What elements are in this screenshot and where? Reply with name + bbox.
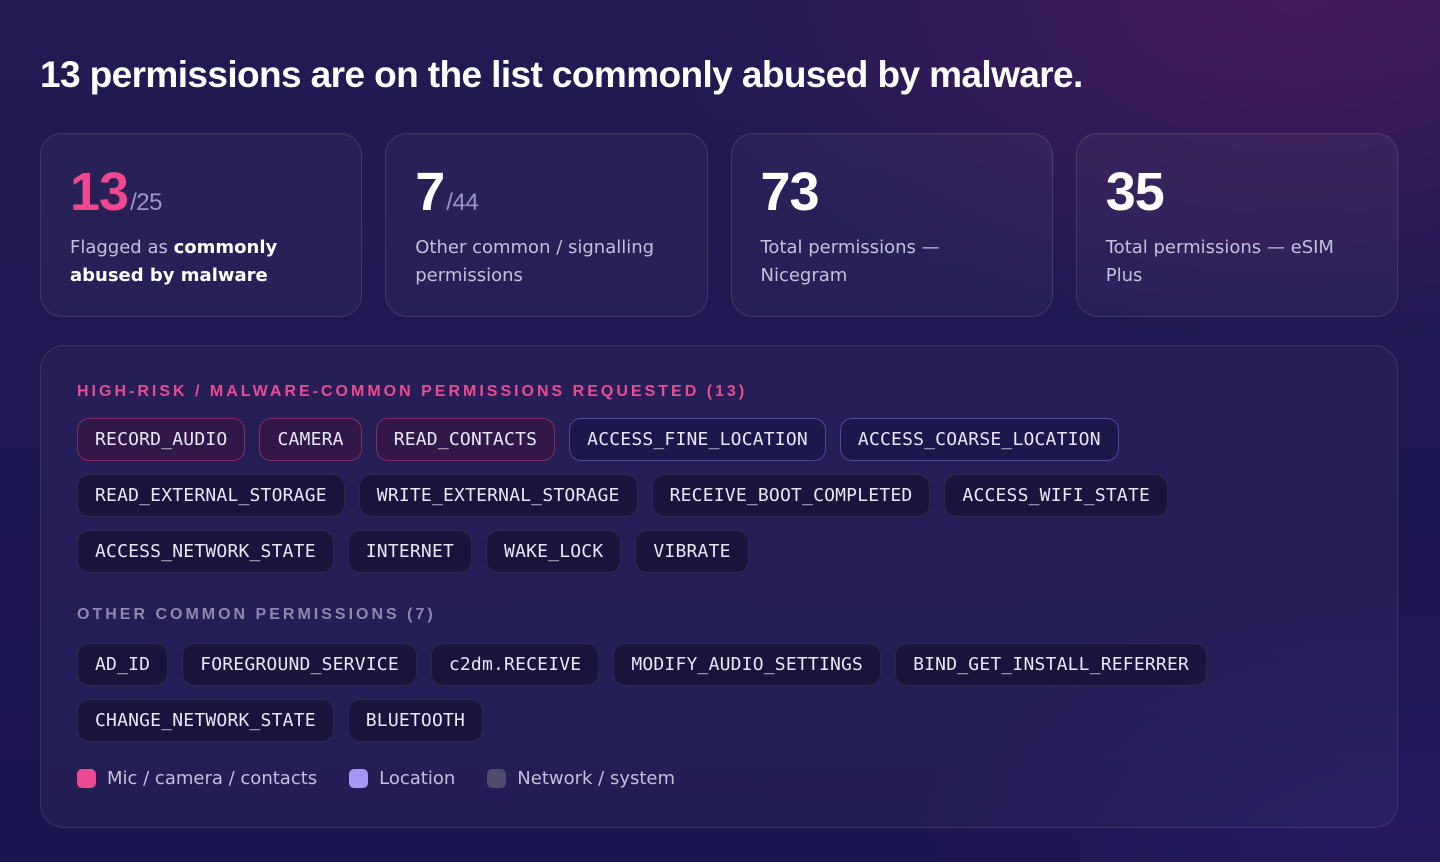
other-section-title: OTHER COMMON PERMISSIONS (7) — [77, 606, 436, 623]
legend-label: Location — [379, 768, 456, 789]
legend-label: Mic / camera / contacts — [107, 768, 318, 789]
stat-label: Flagged as commonly abused by malware — [70, 234, 310, 290]
stats-row: 13 /25 Flagged as commonly abused by mal… — [40, 133, 1398, 317]
legend: Mic / camera / contacts Location Network /… — [77, 768, 675, 789]
permission-chip: VIBRATE — [635, 530, 749, 573]
legend-item: Location — [349, 768, 455, 789]
permission-chip: AD_ID — [77, 643, 169, 686]
permission-chip: BLUETOOTH — [347, 699, 484, 742]
stat-number: 35 — [1105, 162, 1165, 222]
legend-label: Network / system — [517, 768, 676, 789]
stat-value: 13 /25 — [70, 162, 361, 222]
permission-chip: ACCESS_WIFI_STATE — [944, 474, 1169, 517]
stat-denominator: /44 — [446, 189, 479, 216]
stat-card-other-common: 7 /44 Other common / signalling permissi… — [385, 133, 708, 317]
permission-chip: CHANGE_NETWORK_STATE — [77, 699, 334, 742]
legend-swatch — [349, 769, 369, 788]
permission-chip: BIND_GET_INSTALL_REFERRER — [895, 643, 1208, 686]
stat-label: Other common / signalling permissions — [415, 237, 655, 286]
stat-label-prefix: Flagged as — [70, 237, 174, 258]
permission-chip: WRITE_EXTERNAL_STORAGE — [358, 474, 638, 517]
legend-item: Network / system — [487, 768, 675, 789]
other-chip-row: AD_ID FOREGROUND_SERVICE c2dm.RECEIVE MODIF… — [77, 643, 1208, 686]
page-headline: 13 permissions are on the list commonly … — [40, 54, 1083, 95]
permission-chip: RECEIVE_BOOT_COMPLETED — [651, 474, 931, 517]
stat-value: 7 /44 — [415, 162, 706, 222]
permission-chip: ACCESS_FINE_LOCATION — [569, 418, 826, 461]
permissions-panel: HIGH-RISK / MALWARE-COMMON PERMISSIONS R… — [40, 345, 1398, 828]
other-chip-row: CHANGE_NETWORK_STATE BLUETOOTH — [77, 699, 484, 742]
permission-chip: FOREGROUND_SERVICE — [182, 643, 417, 686]
permission-chip: ACCESS_COARSE_LOCATION — [839, 418, 1119, 461]
legend-swatch — [77, 769, 96, 788]
stat-number: 73 — [760, 162, 820, 222]
permission-chip: CAMERA — [259, 418, 362, 461]
stat-denominator: /25 — [130, 189, 162, 216]
high-risk-section-title: HIGH-RISK / MALWARE-COMMON PERMISSIONS R… — [77, 383, 748, 400]
stat-label: Total permissions — Nicegram — [760, 237, 940, 286]
stat-card-flagged: 13 /25 Flagged as commonly abused by mal… — [40, 133, 363, 317]
stat-value: 73 — [761, 162, 1052, 222]
permission-chip: READ_EXTERNAL_STORAGE — [77, 474, 345, 517]
high-risk-chip-row: READ_EXTERNAL_STORAGE WRITE_EXTERNAL_STOR… — [77, 474, 1169, 517]
permission-chip: c2dm.RECEIVE — [430, 643, 600, 686]
permission-chip: MODIFY_AUDIO_SETTINGS — [613, 643, 882, 686]
permission-chip: RECORD_AUDIO — [77, 418, 246, 461]
stat-number: 7 — [415, 162, 445, 222]
stat-card-total-nicegram: 73 Total permissions — Nicegram — [730, 133, 1053, 317]
legend-item: Mic / camera / contacts — [77, 768, 317, 789]
permission-chip: WAKE_LOCK — [486, 530, 622, 573]
high-risk-chip-row: ACCESS_NETWORK_STATE INTERNET WAKE_LOCK VIB… — [77, 530, 749, 573]
stat-value: 35 — [1106, 162, 1397, 222]
stat-label: Total permissions — eSIM Plus — [1105, 237, 1334, 286]
legend-swatch — [487, 769, 507, 788]
stat-card-total-esim-plus: 35 Total permissions — eSIM Plus — [1075, 133, 1398, 317]
permission-chip: ACCESS_NETWORK_STATE — [77, 530, 334, 573]
high-risk-chip-row: RECORD_AUDIO CAMERA READ_CONTACTS ACCESS_FI… — [77, 418, 1119, 461]
permission-chip: INTERNET — [347, 530, 473, 573]
permission-chip: READ_CONTACTS — [375, 418, 556, 461]
stat-number: 13 — [70, 162, 129, 222]
